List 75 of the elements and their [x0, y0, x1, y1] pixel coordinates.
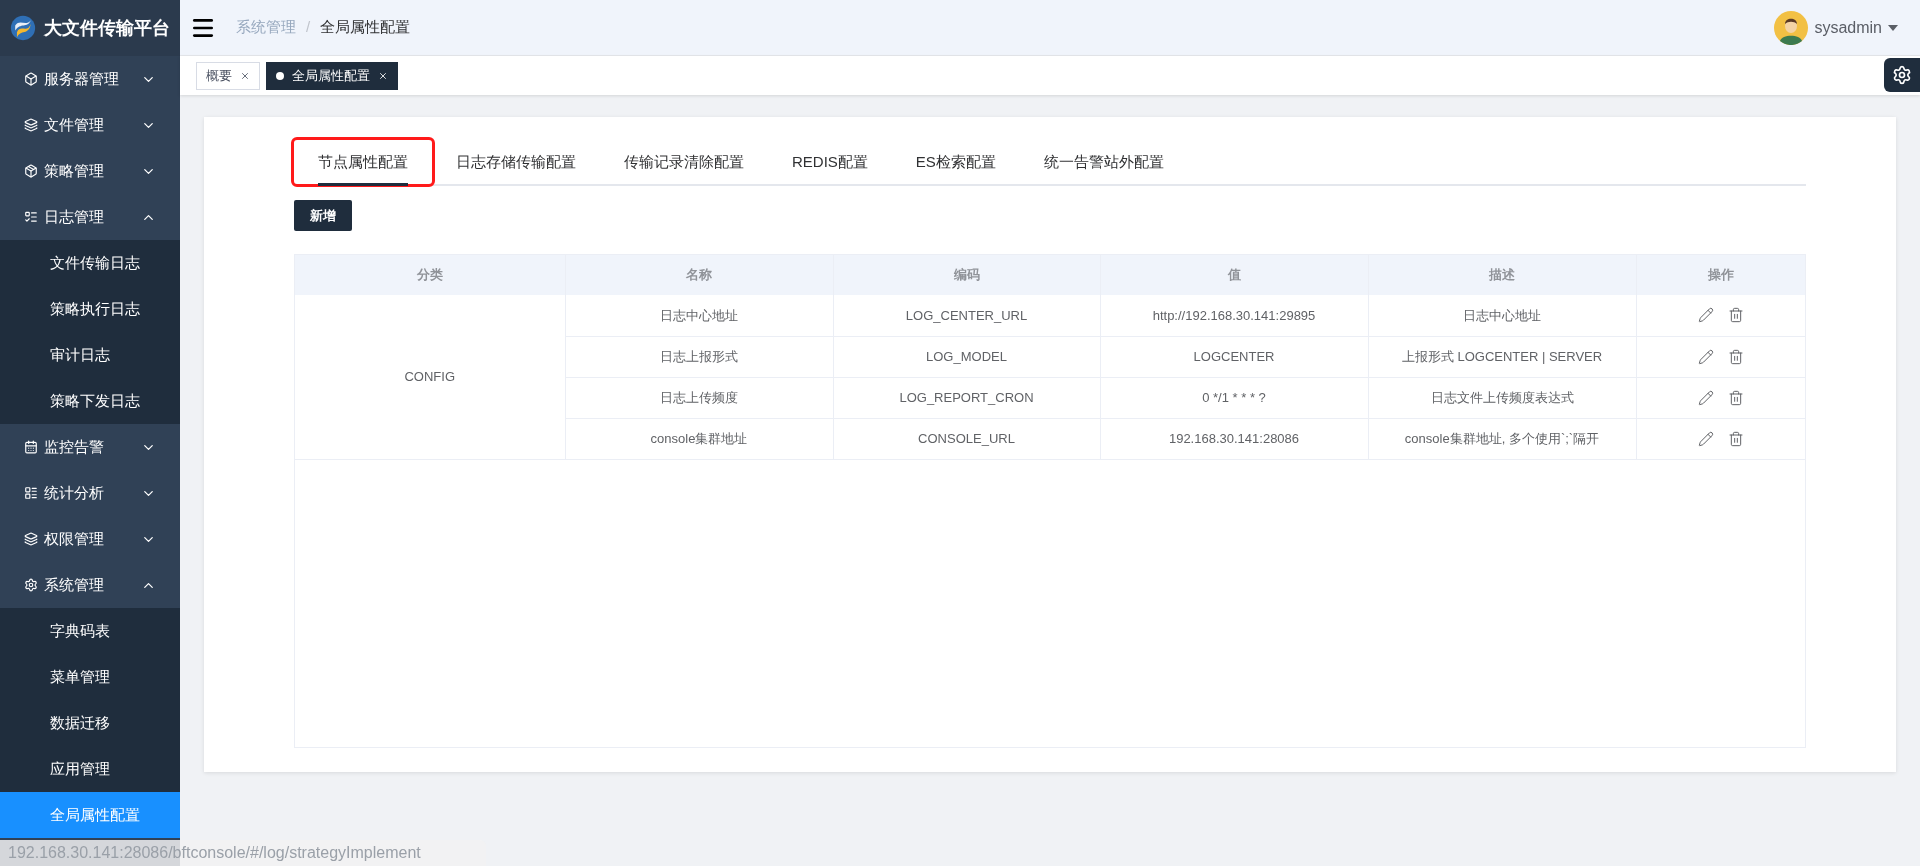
logo-icon: [10, 13, 36, 43]
table-cell: CONSOLE_URL: [833, 418, 1100, 459]
breadcrumb-item: 全局属性配置: [320, 17, 411, 38]
edit-icon[interactable]: [1697, 348, 1714, 365]
delete-icon[interactable]: [1727, 348, 1744, 365]
sidebar-item[interactable]: 日志管理: [0, 194, 180, 240]
table-cell: console集群地址: [565, 418, 833, 459]
package-icon: [24, 164, 38, 178]
column-header: 编码: [833, 255, 1100, 295]
calendar-icon: [24, 440, 38, 454]
sidebar-subitem[interactable]: 策略执行日志: [0, 286, 180, 332]
sidebar-subitem[interactable]: 字典码表: [0, 608, 180, 654]
page-tag[interactable]: 全局属性配置: [266, 61, 398, 90]
settings-icon: [1892, 65, 1912, 85]
column-header: 值: [1100, 255, 1368, 295]
column-header: 名称: [565, 255, 833, 295]
table-cell: http://192.168.30.141:29895: [1100, 295, 1368, 336]
table-cell: LOG_REPORT_CRON: [833, 377, 1100, 418]
tab[interactable]: 节点属性配置: [294, 140, 432, 184]
column-header: 操作: [1636, 255, 1805, 295]
user-name[interactable]: sysadmin: [1814, 15, 1882, 40]
edit-icon[interactable]: [1697, 430, 1714, 447]
table-cell: 0 */1 * * * ?: [1100, 377, 1368, 418]
settings-button[interactable]: [1884, 58, 1920, 92]
tab[interactable]: 传输记录清除配置: [600, 140, 768, 184]
tab[interactable]: REDIS配置: [768, 140, 892, 184]
table-cell: LOGCENTER: [1100, 336, 1368, 377]
list-icon: [24, 486, 38, 500]
sidebar-item[interactable]: 权限管理: [0, 516, 180, 562]
brand-title: 大文件传输平台: [44, 16, 170, 40]
tab[interactable]: ES检索配置: [891, 140, 1020, 184]
cube-icon: [24, 72, 38, 86]
breadcrumb-separator: /: [306, 17, 311, 38]
edit-icon[interactable]: [1697, 389, 1714, 406]
column-header: 分类: [295, 255, 565, 295]
gear-icon: [24, 578, 38, 592]
table-cell: 日志上传频度: [565, 377, 833, 418]
add-button[interactable]: 新增: [294, 200, 352, 231]
table-cell: LOG_CENTER_URL: [833, 295, 1100, 336]
list-icon: [24, 210, 38, 224]
delete-icon[interactable]: [1727, 307, 1744, 324]
table-cell: 上报形式 LOGCENTER | SERVER: [1368, 336, 1636, 377]
layers-icon: [24, 118, 38, 132]
table-cell: console集群地址, 多个使用`;`隔开: [1368, 418, 1636, 459]
sidebar-item[interactable]: 策略管理: [0, 148, 180, 194]
delete-icon[interactable]: [1727, 389, 1744, 406]
table-cell: 日志中心地址: [1368, 295, 1636, 336]
avatar-icon: [1774, 10, 1809, 45]
sidebar-subitem[interactable]: 应用管理: [0, 746, 180, 792]
page-tag[interactable]: 概要: [196, 61, 260, 90]
sidebar-subitem[interactable]: 菜单管理: [0, 654, 180, 700]
sidebar-subitem[interactable]: 数据迁移: [0, 700, 180, 746]
delete-icon[interactable]: [1727, 430, 1744, 447]
sidebar-subitem[interactable]: 审计日志: [0, 332, 180, 378]
table-cell: 日志中心地址: [565, 295, 833, 336]
sidebar-item[interactable]: 统计分析: [0, 470, 180, 516]
table-cell: 日志文件上传频度表达式: [1368, 377, 1636, 418]
sidebar-item[interactable]: 监控告警: [0, 424, 180, 470]
tab[interactable]: 日志存储传输配置: [432, 140, 600, 184]
tab[interactable]: 统一告警站外配置: [1019, 140, 1188, 184]
table-cell: LOG_MODEL: [833, 336, 1100, 377]
close-icon[interactable]: [240, 70, 250, 81]
table-cell: 日志上报形式: [565, 336, 833, 377]
edit-icon[interactable]: [1697, 307, 1714, 324]
close-icon[interactable]: [378, 70, 388, 81]
table-cell: CONFIG: [295, 295, 565, 459]
sidebar-item[interactable]: 系统管理: [0, 562, 180, 608]
table-cell: 192.168.30.141:28086: [1100, 418, 1368, 459]
sidebar-subitem[interactable]: 策略下发日志: [0, 378, 180, 424]
caret-icon: [1888, 24, 1898, 31]
column-header: 描述: [1368, 255, 1636, 295]
sidebar-item[interactable]: 服务器管理: [0, 56, 180, 102]
sidebar-subitem[interactable]: 文件传输日志: [0, 240, 180, 286]
layers-icon: [24, 532, 38, 546]
sidebar-item[interactable]: 文件管理: [0, 102, 180, 148]
